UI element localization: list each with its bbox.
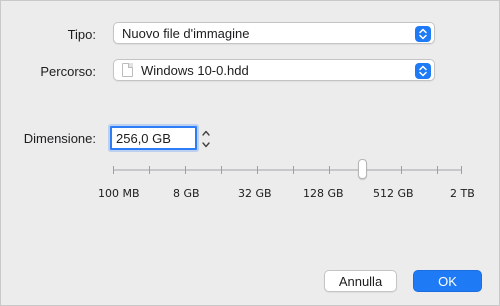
slider-knob[interactable]	[358, 159, 367, 179]
up-down-chevron-icon	[415, 26, 431, 42]
type-popup-value: Nuovo file d'immagine	[122, 25, 250, 41]
slider-tick	[221, 166, 222, 174]
ok-button[interactable]: OK	[413, 270, 482, 292]
tick-label-2tb: 2 TB	[450, 187, 475, 200]
path-popup[interactable]: Windows 10-0.hdd	[113, 59, 435, 81]
path-label: Percorso:	[40, 64, 96, 79]
tick-label-512gb: 512 GB	[373, 187, 414, 200]
size-stepper[interactable]	[200, 127, 211, 149]
slider-tick	[461, 166, 462, 174]
document-icon	[122, 63, 133, 77]
new-disk-image-dialog: Tipo: Nuovo file d'immagine Percorso: Wi…	[0, 0, 500, 306]
slider-tick	[401, 166, 402, 174]
size-slider[interactable]	[113, 149, 462, 189]
tick-label-8gb: 8 GB	[173, 187, 200, 200]
stepper-down-icon[interactable]	[201, 139, 210, 149]
type-label: Tipo:	[67, 27, 96, 42]
cancel-button[interactable]: Annulla	[324, 270, 397, 292]
size-field[interactable]: 256,0 GB	[110, 126, 197, 150]
type-popup[interactable]: Nuovo file d'immagine	[113, 22, 435, 44]
slider-track	[113, 169, 462, 171]
slider-tick	[185, 166, 186, 174]
slider-tick	[437, 166, 438, 174]
stepper-up-icon[interactable]	[201, 127, 210, 137]
up-down-chevron-icon	[415, 63, 431, 79]
path-popup-value: Windows 10-0.hdd	[141, 62, 249, 78]
slider-tick	[329, 166, 330, 174]
tick-label-128gb: 128 GB	[303, 187, 344, 200]
tick-label-32gb: 32 GB	[238, 187, 272, 200]
tick-label-100mb: 100 MB	[98, 187, 140, 200]
slider-tick	[113, 166, 114, 174]
slider-tick	[257, 166, 258, 174]
slider-tick	[149, 166, 150, 174]
size-label: Dimensione:	[23, 131, 96, 146]
slider-tick	[293, 166, 294, 174]
